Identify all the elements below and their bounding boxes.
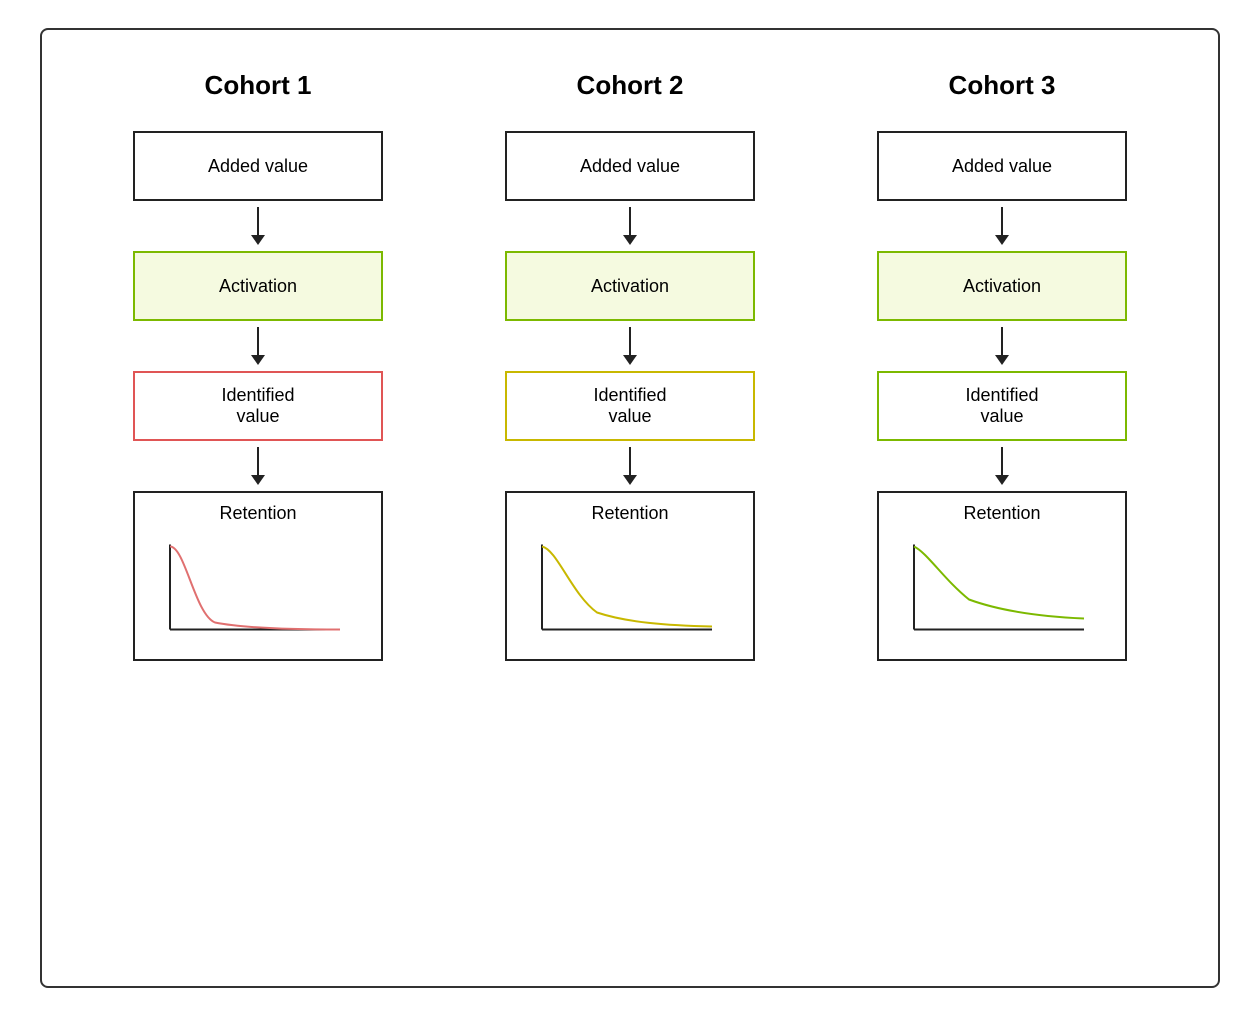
cohort3-arrow1: [995, 207, 1009, 245]
cohort3-added-value-box: Added value: [877, 131, 1127, 201]
cohort2-chart: [517, 530, 717, 649]
cohort2-activation-box: Activation: [505, 251, 755, 321]
cohort1-arrow2-line: [257, 327, 259, 355]
cohort3-identified-label: Identifiedvalue: [965, 385, 1038, 427]
cohort1-column: Cohort 1 Added value Activation Identifi…: [113, 70, 403, 661]
cohort1-arrow3: [251, 447, 265, 485]
cohort2-activation-label: Activation: [591, 276, 669, 297]
cohort1-identified-box: Identifiedvalue: [133, 371, 383, 441]
cohort3-chart: [889, 530, 1089, 649]
cohort3-identified-box: Identifiedvalue: [877, 371, 1127, 441]
cohort2-title: Cohort 2: [577, 70, 684, 101]
cohort3-added-value-label: Added value: [952, 156, 1052, 177]
cohort1-arrow1-line: [257, 207, 259, 235]
cohort2-arrow3-line: [629, 447, 631, 475]
cohort2-identified-box: Identifiedvalue: [505, 371, 755, 441]
cohort2-arrow2: [623, 327, 637, 365]
cohort1-activation-box: Activation: [133, 251, 383, 321]
cohort1-arrow2: [251, 327, 265, 365]
cohort1-arrow1-head: [251, 235, 265, 245]
cohort1-retention-box: Retention: [133, 491, 383, 661]
cohort2-arrow1: [623, 207, 637, 245]
cohort3-arrow2-head: [995, 355, 1009, 365]
cohort3-arrow3-line: [1001, 447, 1003, 475]
cohort2-arrow2-head: [623, 355, 637, 365]
columns-container: Cohort 1 Added value Activation Identifi…: [72, 70, 1188, 946]
cohort2-arrow2-line: [629, 327, 631, 355]
cohort1-activation-label: Activation: [219, 276, 297, 297]
cohort3-arrow1-line: [1001, 207, 1003, 235]
cohort1-retention-label: Retention: [145, 503, 371, 524]
cohort1-title: Cohort 1: [205, 70, 312, 101]
cohort3-arrow1-head: [995, 235, 1009, 245]
cohort3-arrow3-head: [995, 475, 1009, 485]
cohort2-retention-box: Retention: [505, 491, 755, 661]
cohort3-retention-label: Retention: [889, 503, 1115, 524]
cohort1-arrow1: [251, 207, 265, 245]
main-container: Cohort 1 Added value Activation Identifi…: [40, 28, 1220, 988]
cohort3-activation-box: Activation: [877, 251, 1127, 321]
cohort1-chart: [145, 530, 345, 649]
cohort3-activation-label: Activation: [963, 276, 1041, 297]
cohort3-arrow3: [995, 447, 1009, 485]
cohort3-title: Cohort 3: [949, 70, 1056, 101]
cohort2-column: Cohort 2 Added value Activation Identifi…: [485, 70, 775, 661]
cohort3-column: Cohort 3 Added value Activation Identifi…: [857, 70, 1147, 661]
cohort1-arrow3-head: [251, 475, 265, 485]
cohort1-arrow3-line: [257, 447, 259, 475]
cohort3-arrow2-line: [1001, 327, 1003, 355]
cohort3-arrow2: [995, 327, 1009, 365]
cohort3-retention-box: Retention: [877, 491, 1127, 661]
cohort2-arrow3-head: [623, 475, 637, 485]
cohort2-arrow3: [623, 447, 637, 485]
cohort2-retention-label: Retention: [517, 503, 743, 524]
cohort2-added-value-box: Added value: [505, 131, 755, 201]
cohort2-identified-label: Identifiedvalue: [593, 385, 666, 427]
cohort1-added-value-box: Added value: [133, 131, 383, 201]
cohort2-added-value-label: Added value: [580, 156, 680, 177]
cohort1-identified-label: Identifiedvalue: [221, 385, 294, 427]
cohort1-arrow2-head: [251, 355, 265, 365]
cohort2-arrow1-head: [623, 235, 637, 245]
cohort2-arrow1-line: [629, 207, 631, 235]
cohort1-added-value-label: Added value: [208, 156, 308, 177]
